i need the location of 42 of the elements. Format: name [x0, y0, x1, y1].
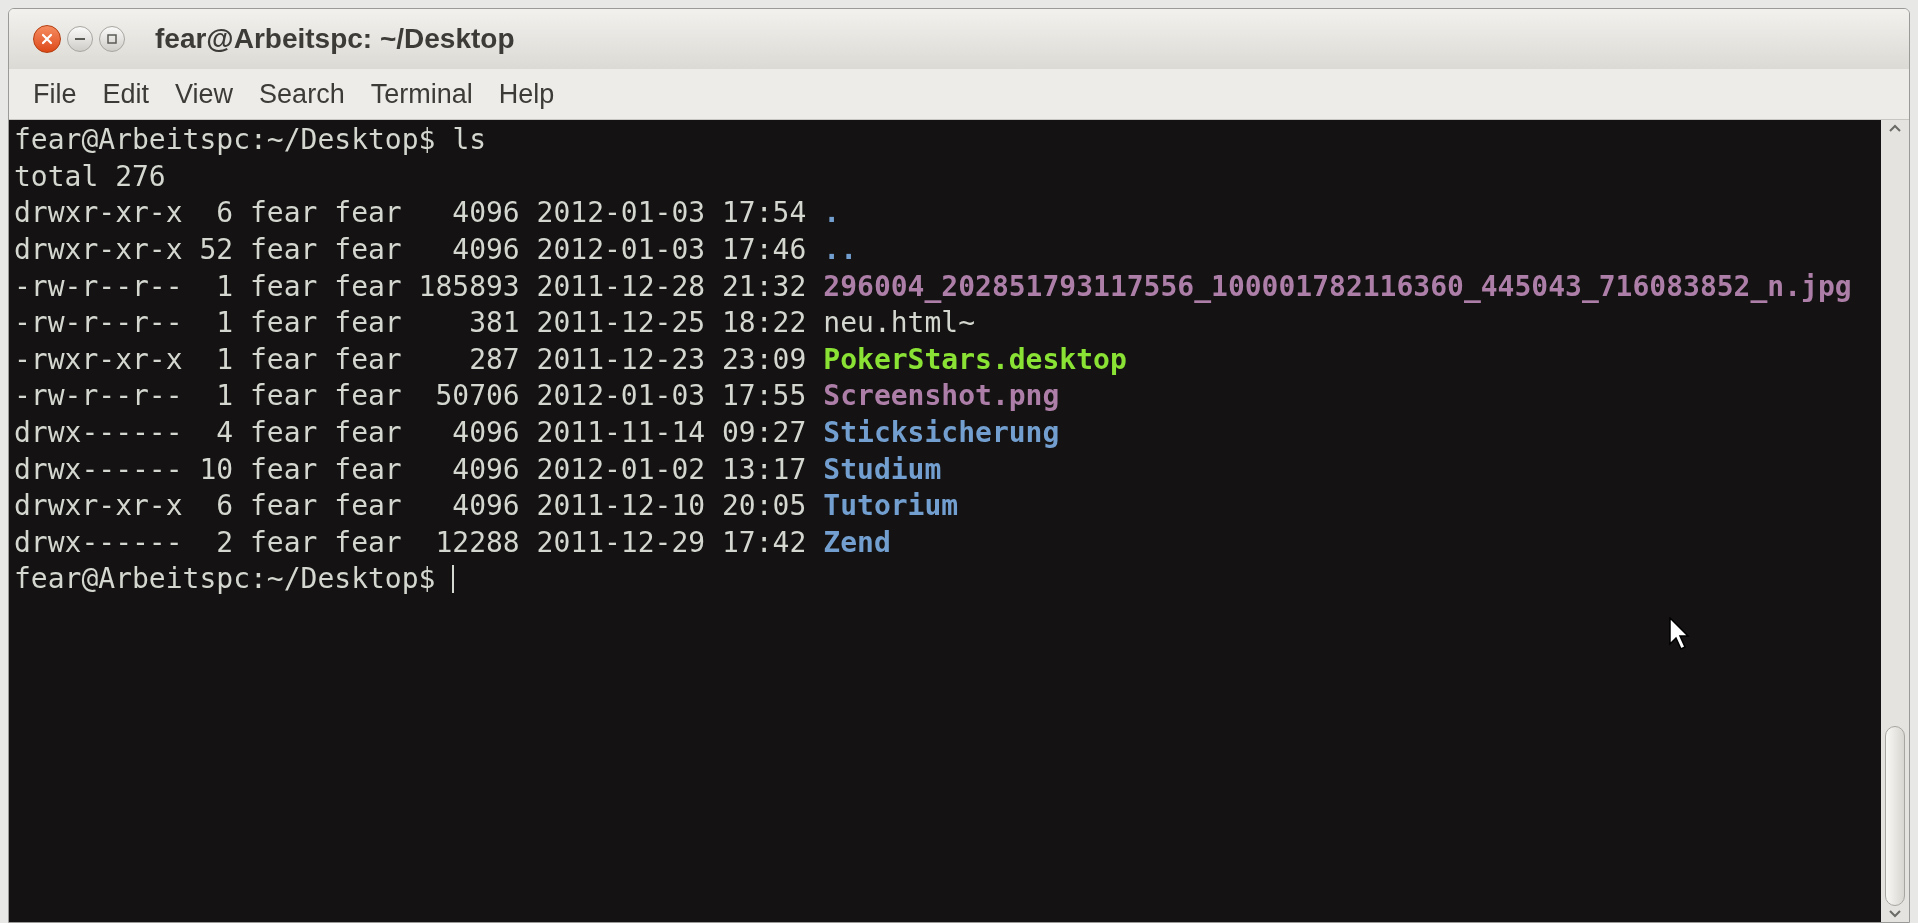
menu-item[interactable]: Search	[249, 73, 355, 115]
close-button[interactable]	[33, 25, 61, 53]
minimize-icon	[74, 37, 86, 41]
file-details: drwxr-xr-x 6 fear fear 4096 2012-01-03 17:54	[14, 195, 807, 232]
file-details: drwx------ 4 fear fear 4096 2011-11-14 09:27	[14, 415, 807, 452]
file-name: PokerStars.desktop	[823, 341, 1127, 378]
file-name: Screenshot.png	[823, 378, 1060, 415]
scrollbar[interactable]	[1881, 120, 1909, 922]
menu-item[interactable]: Edit	[92, 73, 160, 115]
file-name: neu.html~	[823, 305, 976, 342]
menu-item[interactable]: View	[165, 73, 244, 115]
menu-item[interactable]: Terminal	[360, 73, 483, 115]
window-title: fear@Arbeitspc: ~/Desktop	[155, 22, 515, 56]
output-text: total 276	[14, 158, 166, 195]
shell-prompt: fear@Arbeitspc:~/Desktop$	[14, 561, 436, 598]
shell-prompt: fear@Arbeitspc:~/Desktop$	[14, 122, 436, 159]
file-name: Studium	[823, 451, 942, 488]
file-details: drwx------ 10 fear fear 4096 2012-01-02 13:17	[14, 451, 807, 488]
close-icon	[41, 33, 53, 45]
maximize-button[interactable]	[99, 26, 125, 52]
file-details: drwx------ 2 fear fear 12288 2011-12-29 17:42	[14, 524, 807, 561]
file-details: -rw-r--r-- 1 fear fear 50706 2012-01-03 17:55	[14, 378, 807, 415]
scroll-down-icon[interactable]	[1889, 910, 1901, 918]
maximize-icon	[106, 33, 118, 45]
menu-item[interactable]: File	[23, 73, 87, 115]
mouse-pointer-icon	[1669, 617, 1691, 651]
file-details: -rw-r--r-- 1 fear fear 185893 2011-12-28 21:32	[14, 268, 807, 305]
command-text: ls	[452, 122, 487, 159]
file-details: -rw-r--r-- 1 fear fear 381 2011-12-25 18:22	[14, 305, 807, 342]
file-name: Zend	[823, 524, 891, 561]
menu-item[interactable]: Help	[488, 73, 565, 115]
file-name: .	[823, 195, 841, 232]
file-details: -rwxr-xr-x 1 fear fear 287 2011-12-23 23:09	[14, 341, 807, 378]
scroll-up-icon[interactable]	[1889, 124, 1901, 132]
minimize-button[interactable]	[67, 26, 93, 52]
file-details: drwxr-xr-x 6 fear fear 4096 2011-12-10 20:05	[14, 488, 807, 525]
file-name: 296004_202851793117556_100001782116360_445043_716083852_n.jpg	[823, 268, 1852, 305]
file-name: ..	[823, 232, 858, 269]
file-name: Tutorium	[823, 488, 959, 525]
scrollbar-thumb[interactable]	[1885, 726, 1905, 906]
file-details: drwxr-xr-x 52 fear fear 4096 2012-01-03 17:46	[14, 232, 807, 269]
file-name: Sticksicherung	[823, 415, 1060, 452]
